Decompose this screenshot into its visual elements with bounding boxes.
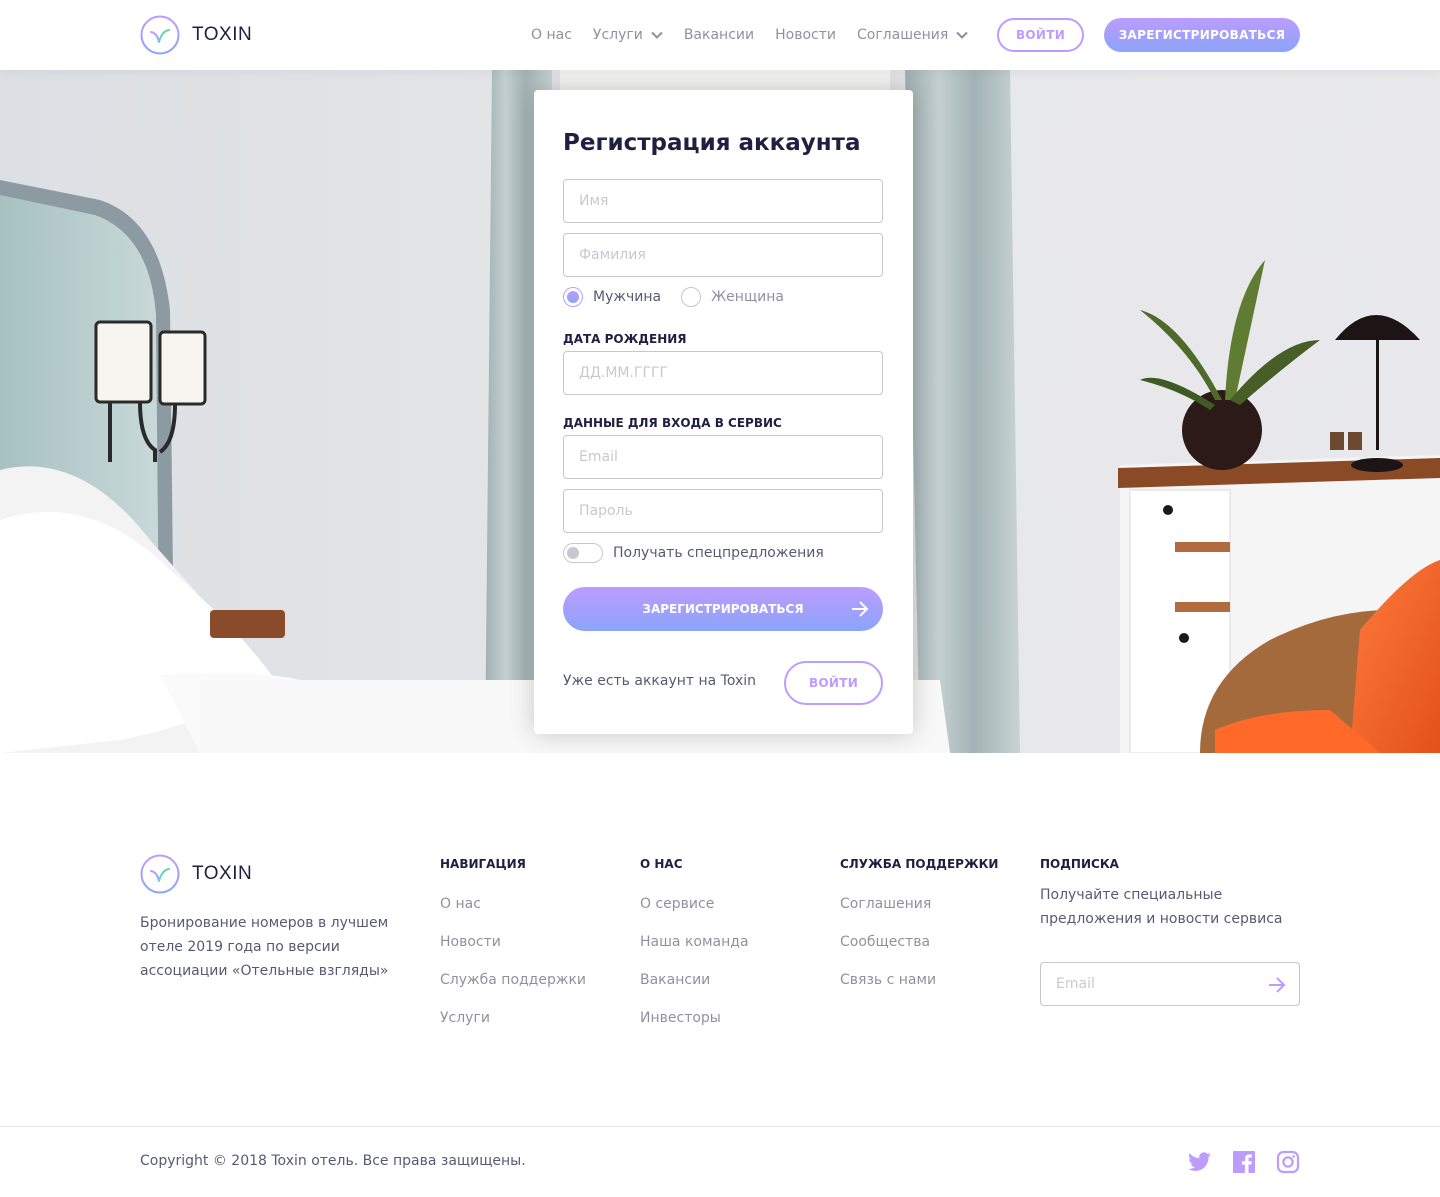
- footer-link[interactable]: Наша команда: [640, 933, 749, 971]
- footer-description: Бронирование номеров в лучшем отеле 2019…: [140, 915, 389, 979]
- gender-radio-female[interactable]: [681, 287, 702, 307]
- brand-logo[interactable]: TOXIN: [140, 15, 252, 55]
- twitter-icon[interactable]: [1188, 1150, 1212, 1174]
- registration-card: Регистрация аккаунта Имя Фамилия Мужчина…: [534, 90, 913, 734]
- registration-title: Регистрация аккаунта: [563, 130, 861, 156]
- offers-toggle[interactable]: [563, 543, 603, 563]
- birthdate-label: ДАТА РОЖДЕНИЯ: [563, 332, 687, 346]
- password-placeholder: Пароль: [579, 503, 633, 519]
- copyright-text: Copyright © 2018 Toxin отель. Все права …: [140, 1153, 526, 1169]
- nav-item-label: Вакансии: [683, 27, 755, 43]
- password-field[interactable]: Пароль: [563, 489, 883, 533]
- nav-item-label: О нас: [531, 27, 572, 43]
- footer-brand-name: TOXIN: [192, 863, 253, 884]
- credentials-label: ДАННЫЕ ДЛЯ ВХОДА В СЕРВИС: [563, 416, 782, 430]
- main-nav: О нас Услуги Вакансии Новости Соглашения: [531, 25, 989, 45]
- offers-toggle-label: Получать спецпредложения: [613, 545, 824, 561]
- header-register-button[interactable]: ЗАРЕГИСТРИРОВАТЬСЯ: [1104, 18, 1300, 52]
- footer-column-navigation: НАВИГАЦИЯ О нас Новости Служба поддержки…: [440, 857, 586, 1047]
- brand-name: TOXIN: [192, 24, 253, 45]
- email-field[interactable]: Email: [563, 435, 883, 479]
- arrow-right-icon: [852, 601, 869, 617]
- footer-link[interactable]: Служба поддержки: [440, 971, 586, 1009]
- footer-brand-logo[interactable]: TOXIN: [140, 854, 252, 894]
- gender-label-male: Мужчина: [593, 289, 662, 305]
- offers-toggle-row: Получать спецпредложения: [563, 543, 824, 563]
- nav-item-label: Соглашения: [856, 27, 949, 43]
- subscribe-text: Получайте специальные предложения и ново…: [1040, 887, 1283, 927]
- has-account-text: Уже есть аккаунт на Toxin: [563, 673, 757, 689]
- chevron-down-icon: [956, 31, 969, 39]
- register-submit-label: ЗАРЕГИСТРИРОВАТЬСЯ: [642, 602, 804, 616]
- gender-radio-male[interactable]: [563, 287, 583, 307]
- arrow-right-icon[interactable]: [1267, 975, 1287, 995]
- first-name-placeholder: Имя: [579, 193, 609, 209]
- gender-label-female: Женщина: [711, 289, 784, 305]
- register-submit-button[interactable]: ЗАРЕГИСТРИРОВАТЬСЯ: [563, 587, 883, 631]
- last-name-field[interactable]: Фамилия: [563, 233, 883, 277]
- first-name-field[interactable]: Имя: [563, 179, 883, 223]
- nav-item-label: Услуги: [592, 27, 643, 43]
- facebook-icon[interactable]: [1232, 1150, 1256, 1174]
- footer-link[interactable]: Инвесторы: [640, 1009, 749, 1047]
- subscribe-email-field[interactable]: Email: [1040, 962, 1300, 1006]
- chevron-down-icon: [651, 31, 663, 39]
- nav-item-vacancies[interactable]: Вакансии: [684, 27, 754, 43]
- footer-column-title: СЛУЖБА ПОДДЕРЖКИ: [840, 857, 999, 871]
- footer-link[interactable]: Вакансии: [640, 971, 749, 1009]
- top-header: TOXIN О нас Услуги Вакансии Новости Согл…: [0, 0, 1440, 70]
- footer-link[interactable]: Соглашения: [840, 895, 998, 933]
- nav-item-news[interactable]: Новости: [775, 27, 836, 43]
- footer-link[interactable]: О сервисе: [640, 895, 749, 933]
- instagram-icon[interactable]: [1276, 1150, 1300, 1174]
- footer-column-about: О НАС О сервисе Наша команда Вакансии Ин…: [640, 857, 749, 1047]
- footer-column-title: ПОДПИСКА: [1040, 857, 1119, 871]
- footer-column-title: О НАС: [640, 857, 683, 871]
- subscribe-email-placeholder: Email: [1056, 976, 1095, 992]
- footer-divider: [0, 1126, 1440, 1127]
- footer-column-title: НАВИГАЦИЯ: [440, 857, 526, 871]
- footer-link[interactable]: Связь с нами: [840, 971, 998, 1009]
- nav-item-label: Новости: [775, 27, 836, 43]
- nav-item-about[interactable]: О нас: [531, 27, 572, 43]
- card-login-button[interactable]: ВОЙТИ: [784, 661, 883, 705]
- birthdate-placeholder: ДД.ММ.ГГГГ: [579, 365, 669, 381]
- last-name-placeholder: Фамилия: [579, 247, 646, 263]
- gender-radio-group: Мужчина Женщина: [563, 287, 804, 307]
- logo-icon: [140, 15, 180, 55]
- email-placeholder: Email: [579, 449, 618, 465]
- footer-link[interactable]: Сообщества: [840, 933, 998, 971]
- birthdate-field[interactable]: ДД.ММ.ГГГГ: [563, 351, 883, 395]
- footer-link[interactable]: О нас: [440, 895, 586, 933]
- footer-link[interactable]: Услуги: [440, 1009, 586, 1047]
- footer-link[interactable]: Новости: [440, 933, 586, 971]
- nav-item-agreements[interactable]: Соглашения: [856, 27, 969, 43]
- footer-column-subscribe: ПОДПИСКА Получайте специальные предложен…: [1040, 857, 1300, 931]
- footer-column-support: СЛУЖБА ПОДДЕРЖКИ Соглашения Сообщества С…: [840, 857, 998, 1009]
- logo-icon: [140, 854, 180, 894]
- header-login-button[interactable]: ВОЙТИ: [997, 18, 1084, 52]
- nav-item-services[interactable]: Услуги: [593, 27, 663, 43]
